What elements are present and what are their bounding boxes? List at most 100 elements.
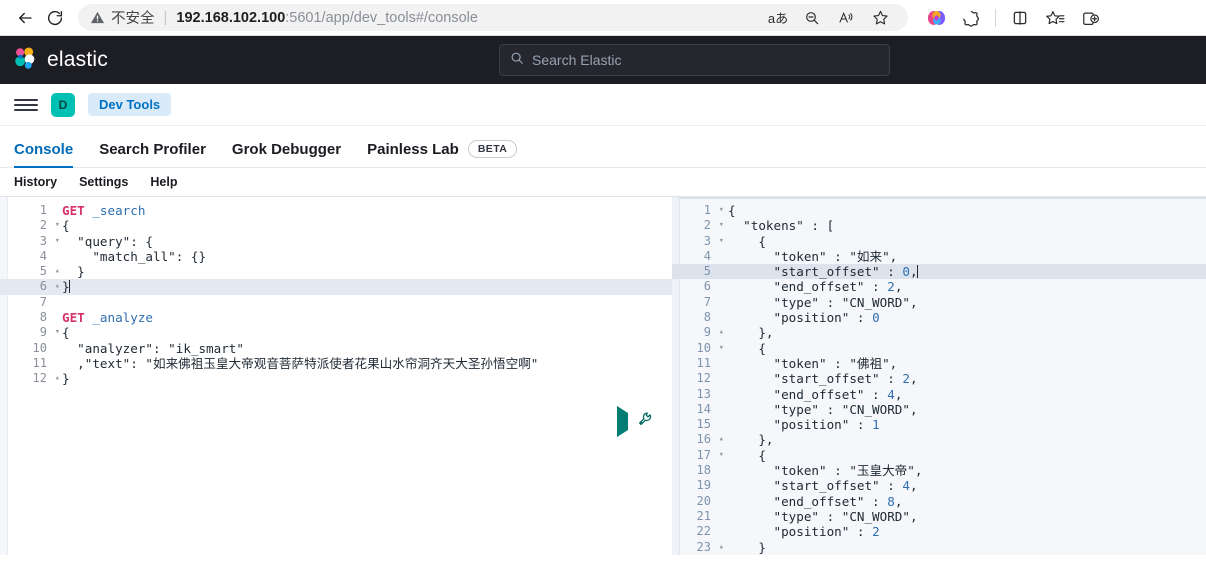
code-text: "match_all": {} [62,248,207,264]
toolbar-divider [995,8,996,27]
omnibox-divider: | [163,9,168,26]
code-text: "type" : "CN_WORD", [728,508,918,524]
console-split-view: 1 GET _search 2 ▾{3 ▾ "query": {4 "match_all… [0,196,1206,555]
code-text: "position" : 0 [728,310,880,326]
fold-toggle-icon[interactable]: ▾ [714,218,724,233]
fold-toggle-icon[interactable]: ▾ [714,341,724,356]
address-bar[interactable]: 不安全 | 192.168.102.100:5601/app/dev_tools… [78,4,908,31]
space-avatar[interactable]: D [51,92,75,117]
dev-tools-tabs: Console Search Profiler Grok Debugger Pa… [0,126,1206,168]
settings-button[interactable]: Settings [79,175,128,189]
zoom-out-icon[interactable] [796,4,828,32]
fold-toggle-icon[interactable]: ▾ [714,203,724,218]
copilot-icon[interactable] [920,4,952,32]
browser-toolbar-icons [920,4,1106,32]
line-number: 5 [703,264,711,279]
code-text: "start_offset" : 0, [728,264,918,280]
fold-toggle-icon[interactable]: ▴ [50,279,60,294]
back-button[interactable] [10,3,40,33]
line-number: 6 [703,279,711,294]
code-line: 18 "token" : "玉皇大帝", [672,463,1206,478]
collections-icon[interactable] [1074,4,1106,32]
fold-toggle-icon[interactable]: ▴ [714,432,724,447]
browser-essentials-icon[interactable] [955,4,987,32]
run-request-button[interactable] [617,405,628,437]
line-number: 17 ▾ [696,447,724,462]
fold-toggle-icon[interactable]: ▴ [714,540,724,555]
code-text: "position" : 2 [728,524,880,540]
global-search-input[interactable]: Search Elastic [499,44,890,76]
code-line: 4 "match_all": {} [0,249,672,264]
code-text: "token" : "佛祖", [728,355,898,371]
code-line: 13 "end_offset" : 4, [672,387,1206,402]
fold-toggle-icon[interactable]: ▴ [50,264,60,279]
line-number: 3 ▾ [703,233,724,248]
line-number: 9 ▴ [703,325,724,340]
elastic-brand-label: elastic [47,48,108,71]
tab-painless-lab[interactable]: Painless Lab BETA [367,140,518,167]
code-line: 15 "position" : 1 [672,417,1206,432]
tab-grok-debugger-label: Grok Debugger [231,141,342,158]
line-number: 5 ▴ [39,264,60,279]
line-number: 6 ▴ [39,279,60,294]
code-line: 1 GET _search [0,203,672,218]
split-screen-icon[interactable] [1004,4,1036,32]
elastic-brand[interactable]: elastic [12,45,108,76]
fold-toggle-icon[interactable]: ▾ [714,234,724,249]
response-editor-code: 1 ▾{2 ▾ "tokens" : [3 ▾ {4 "token" : "如来", 5… [672,197,1206,555]
code-line: 20 "end_offset" : 8, [672,494,1206,509]
line-number: 2 ▾ [703,218,724,233]
fold-toggle-icon[interactable]: ▾ [50,234,60,249]
omnibox-actions: aあ [762,4,896,32]
code-line: 16 ▴ }, [672,432,1206,447]
wrench-menu-button[interactable] [637,411,653,432]
fold-toggle-icon[interactable]: ▴ [714,325,724,340]
code-text: GET _analyze [62,310,154,326]
code-line: 6 ▴} [0,279,672,295]
line-number: 1 [39,203,47,217]
request-editor-pane[interactable]: 1 GET _search 2 ▾{3 ▾ "query": {4 "match_all… [0,197,672,555]
app-nav-bar: D Dev Tools [0,84,1206,126]
elastic-logo-icon [12,45,38,76]
line-number: 10 ▾ [696,340,724,355]
code-line: 11 ,"text": "如来佛祖玉皇大帝观音菩萨特派使者花果山水帘洞齐天大圣孙… [0,356,672,371]
history-button[interactable]: History [14,175,57,189]
code-line: 2 ▾{ [0,218,672,233]
tab-grok-debugger[interactable]: Grok Debugger [232,141,341,167]
breadcrumb[interactable]: Dev Tools [88,93,172,116]
code-text: "end_offset" : 2, [728,279,903,295]
code-line: 14 "type" : "CN_WORD", [672,402,1206,417]
line-number: 16 ▴ [696,432,724,447]
response-editor-pane[interactable]: 1 ▾{2 ▾ "tokens" : [3 ▾ {4 "token" : "如来", 5… [672,197,1206,555]
hamburger-menu-icon[interactable] [14,93,38,117]
line-number: 12 [696,371,711,386]
favorites-list-icon[interactable] [1039,4,1071,32]
request-editor-code[interactable]: 1 GET _search 2 ▾{3 ▾ "query": {4 "match_all… [0,197,672,555]
code-line: 11 "token" : "佛祖", [672,356,1206,371]
translate-icon[interactable]: aあ [762,4,794,32]
code-line: 12 ▴} [0,371,672,386]
line-number: 23 ▴ [696,539,724,554]
line-number: 2 ▾ [39,218,60,233]
tab-console[interactable]: Console [14,141,74,168]
line-number: 7 [703,294,711,309]
not-secure-label: 不安全 [111,11,155,27]
line-number: 11 [696,355,711,370]
help-button[interactable]: Help [150,175,177,189]
tab-search-profiler[interactable]: Search Profiler [99,141,206,167]
read-aloud-icon[interactable] [830,4,862,32]
reload-button[interactable] [40,3,70,33]
favorite-star-icon[interactable] [864,4,896,32]
console-sub-toolbar: History Settings Help [0,168,1206,196]
code-line: 4 "token" : "如来", [672,249,1206,264]
code-line: 22 "position" : 2 [672,524,1206,539]
line-number: 15 [696,417,711,432]
line-number: 12 ▴ [32,371,60,386]
code-line: 6 "end_offset" : 2, [672,279,1206,294]
fold-toggle-icon[interactable]: ▴ [50,371,60,386]
fold-toggle-icon[interactable]: ▾ [714,448,724,463]
fold-toggle-icon[interactable]: ▾ [50,218,60,233]
line-number: 21 [696,508,711,523]
code-text: "tokens" : [ [728,218,835,234]
fold-toggle-icon[interactable]: ▾ [50,325,60,340]
